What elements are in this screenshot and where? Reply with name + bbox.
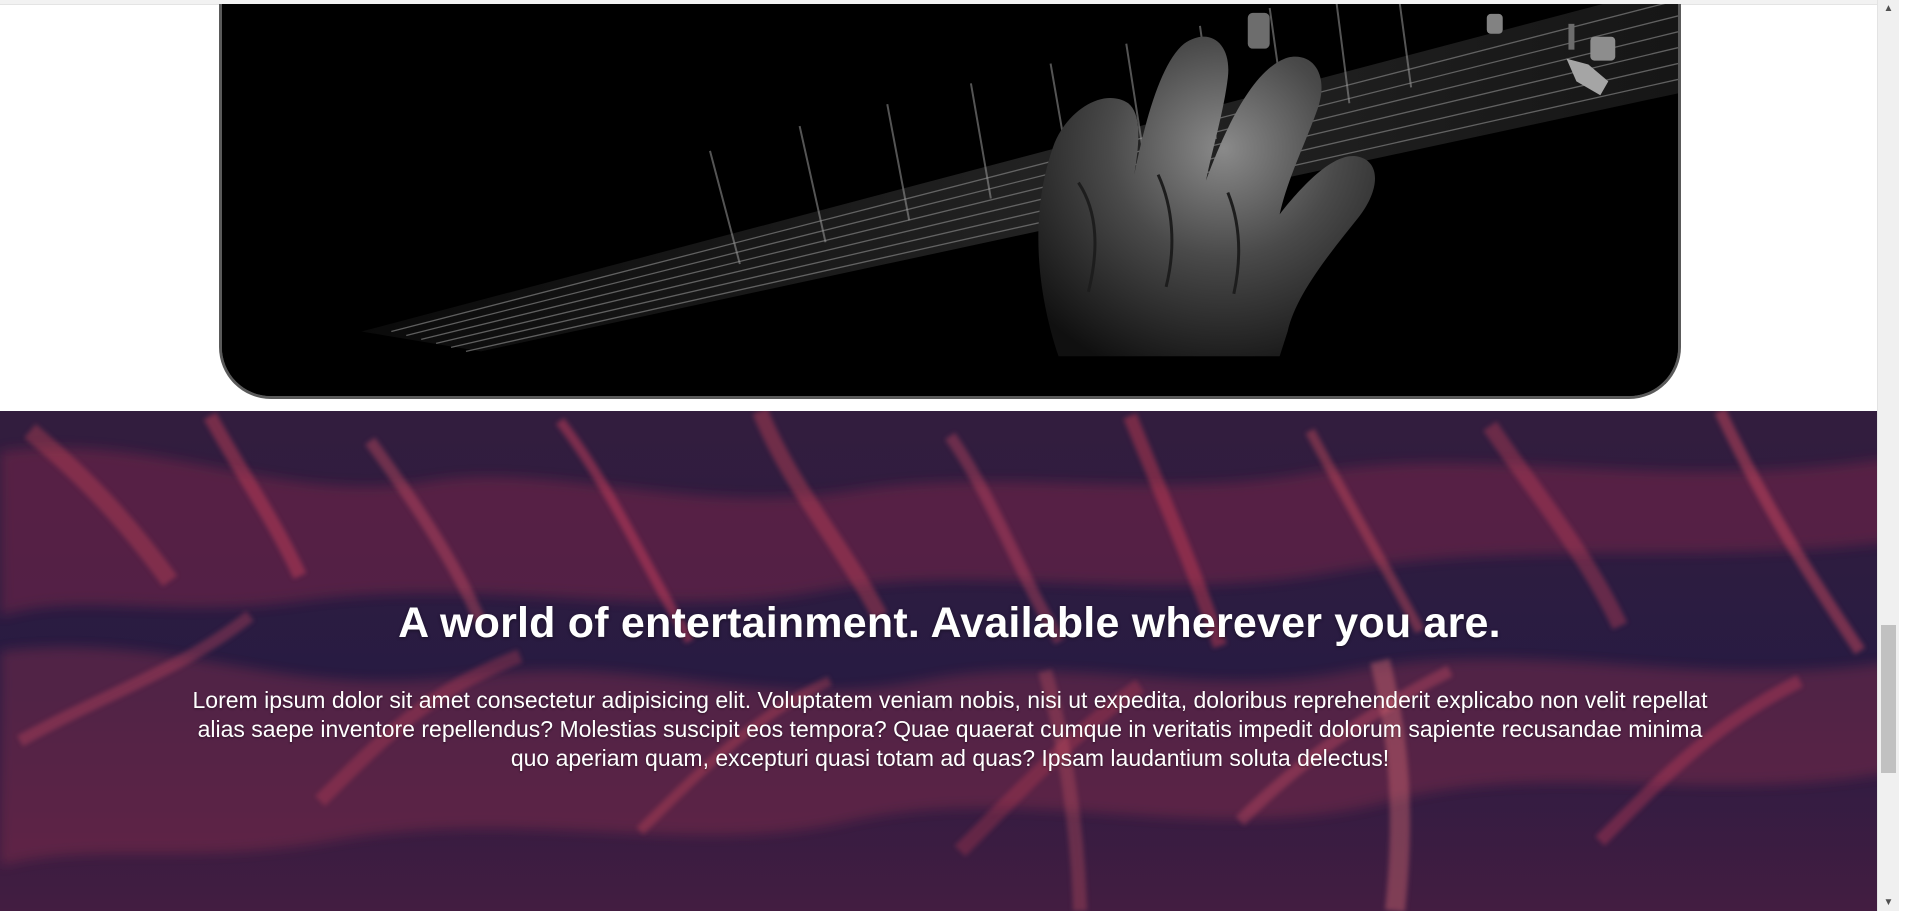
hero-content: A world of entertainment. Available wher… [0,411,1899,911]
triangle-down-icon[interactable]: ▼ [1878,894,1899,911]
hero-title: A world of entertainment. Available wher… [398,599,1501,647]
guitar-image [222,4,1678,396]
web-page: A world of entertainment. Available wher… [0,0,1899,911]
hero-description: Lorem ipsum dolor sit amet consectetur a… [192,687,1708,771]
vertical-scrollbar[interactable]: ▲ ▼ [1877,0,1899,911]
guitar-image-card [219,4,1681,399]
triangle-up-icon[interactable]: ▲ [1878,0,1899,17]
entertainment-hero-section: A world of entertainment. Available wher… [0,411,1899,911]
scroll-thumb[interactable] [1881,625,1896,773]
